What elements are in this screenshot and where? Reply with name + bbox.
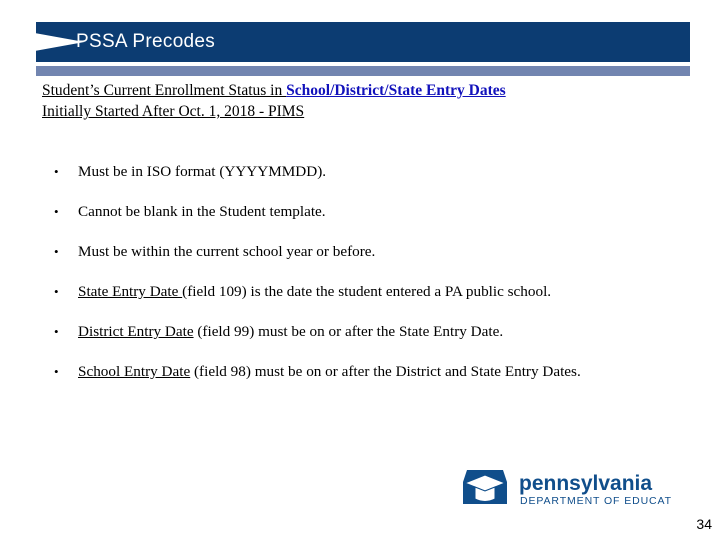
bullet-text: Must be in ISO format (YYYYMMDD).: [78, 163, 327, 180]
list-item: Must be in ISO format (YYYYMMDD).: [48, 155, 696, 189]
list-item: Must be within the current school year o…: [48, 235, 696, 269]
list-item: District Entry Date (field 99) must be o…: [48, 315, 696, 349]
list-item: Cannot be blank in the Student template.: [48, 195, 696, 229]
bullet-list: Must be in ISO format (YYYYMMDD). Cannot…: [48, 155, 696, 395]
logo-subtitle: DEPARTMENT OF EDUCATION: [520, 495, 672, 507]
logo-wordmark: pennsylvania: [519, 472, 652, 495]
page-title: PSSA Precodes: [76, 31, 216, 52]
bullet-text: (field 98) must be on or after the Distr…: [190, 363, 581, 380]
list-item: State Entry Date (field 109) is the date…: [48, 275, 696, 309]
section-heading: Student’s Current Enrollment Status in S…: [42, 80, 692, 122]
heading-line1-emphasis: School/District/State Entry Dates: [286, 82, 506, 99]
bullet-text: (field 99) must be on or after the State…: [193, 323, 504, 340]
heading-line1-plain: Student’s Current Enrollment Status in: [42, 82, 287, 99]
title-accent-bar: [36, 66, 690, 76]
pennsylvania-department-of-education-logo: pennsylvania DEPARTMENT OF EDUCATION: [457, 466, 672, 512]
page-number: 34: [696, 516, 712, 532]
heading-line2: Initially Started After Oct. 1, 2018 - P…: [42, 103, 305, 120]
bullet-lead-underlined: School Entry Date: [78, 363, 191, 380]
list-item: School Entry Date (field 98) must be on …: [48, 355, 696, 389]
bullet-text: Cannot be blank in the Student template.: [78, 203, 326, 220]
bullet-lead-underlined: State Entry Date: [78, 283, 183, 300]
bullet-text: (field 109) is the date the student ente…: [182, 283, 552, 300]
bullet-text: Must be within the current school year o…: [78, 243, 376, 260]
bullet-lead-underlined: District Entry Date: [78, 323, 194, 340]
slide-title-banner: PSSA Precodes: [36, 22, 690, 62]
keystone-graduation-cap-icon: [463, 470, 507, 504]
